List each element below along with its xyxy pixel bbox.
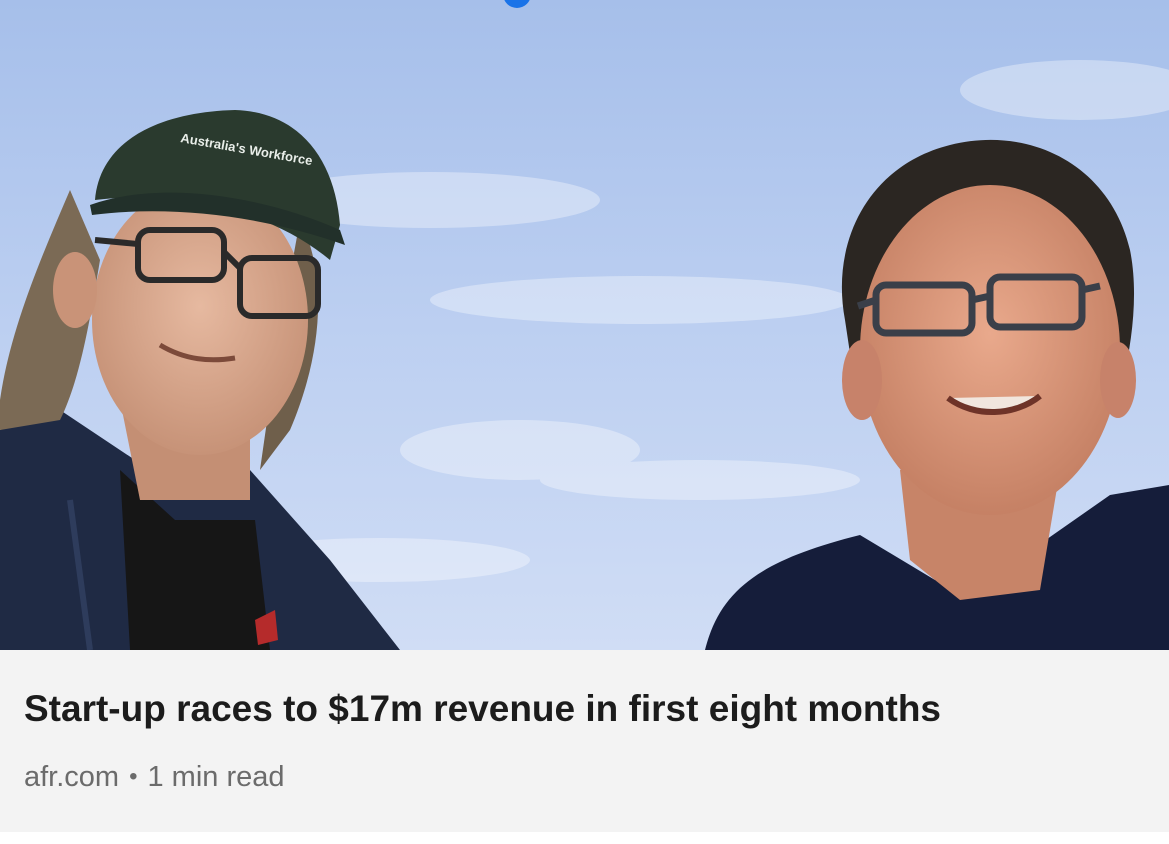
- article-meta: afr.com • 1 min read: [24, 760, 285, 794]
- article-source: afr.com: [24, 761, 120, 793]
- article-read-time: 1 min read: [147, 761, 285, 793]
- article-caption[interactable]: Start-up races to $17m revenue in first …: [0, 650, 1169, 832]
- article-headline[interactable]: Start-up races to $17m revenue in first …: [24, 686, 941, 732]
- news-card[interactable]: Australia's Workforce Start-up races to …: [0, 0, 1169, 832]
- meta-separator: •: [129, 763, 138, 790]
- hero-photo: Australia's Workforce: [0, 0, 1169, 650]
- article-hero-image[interactable]: Australia's Workforce: [0, 0, 1169, 650]
